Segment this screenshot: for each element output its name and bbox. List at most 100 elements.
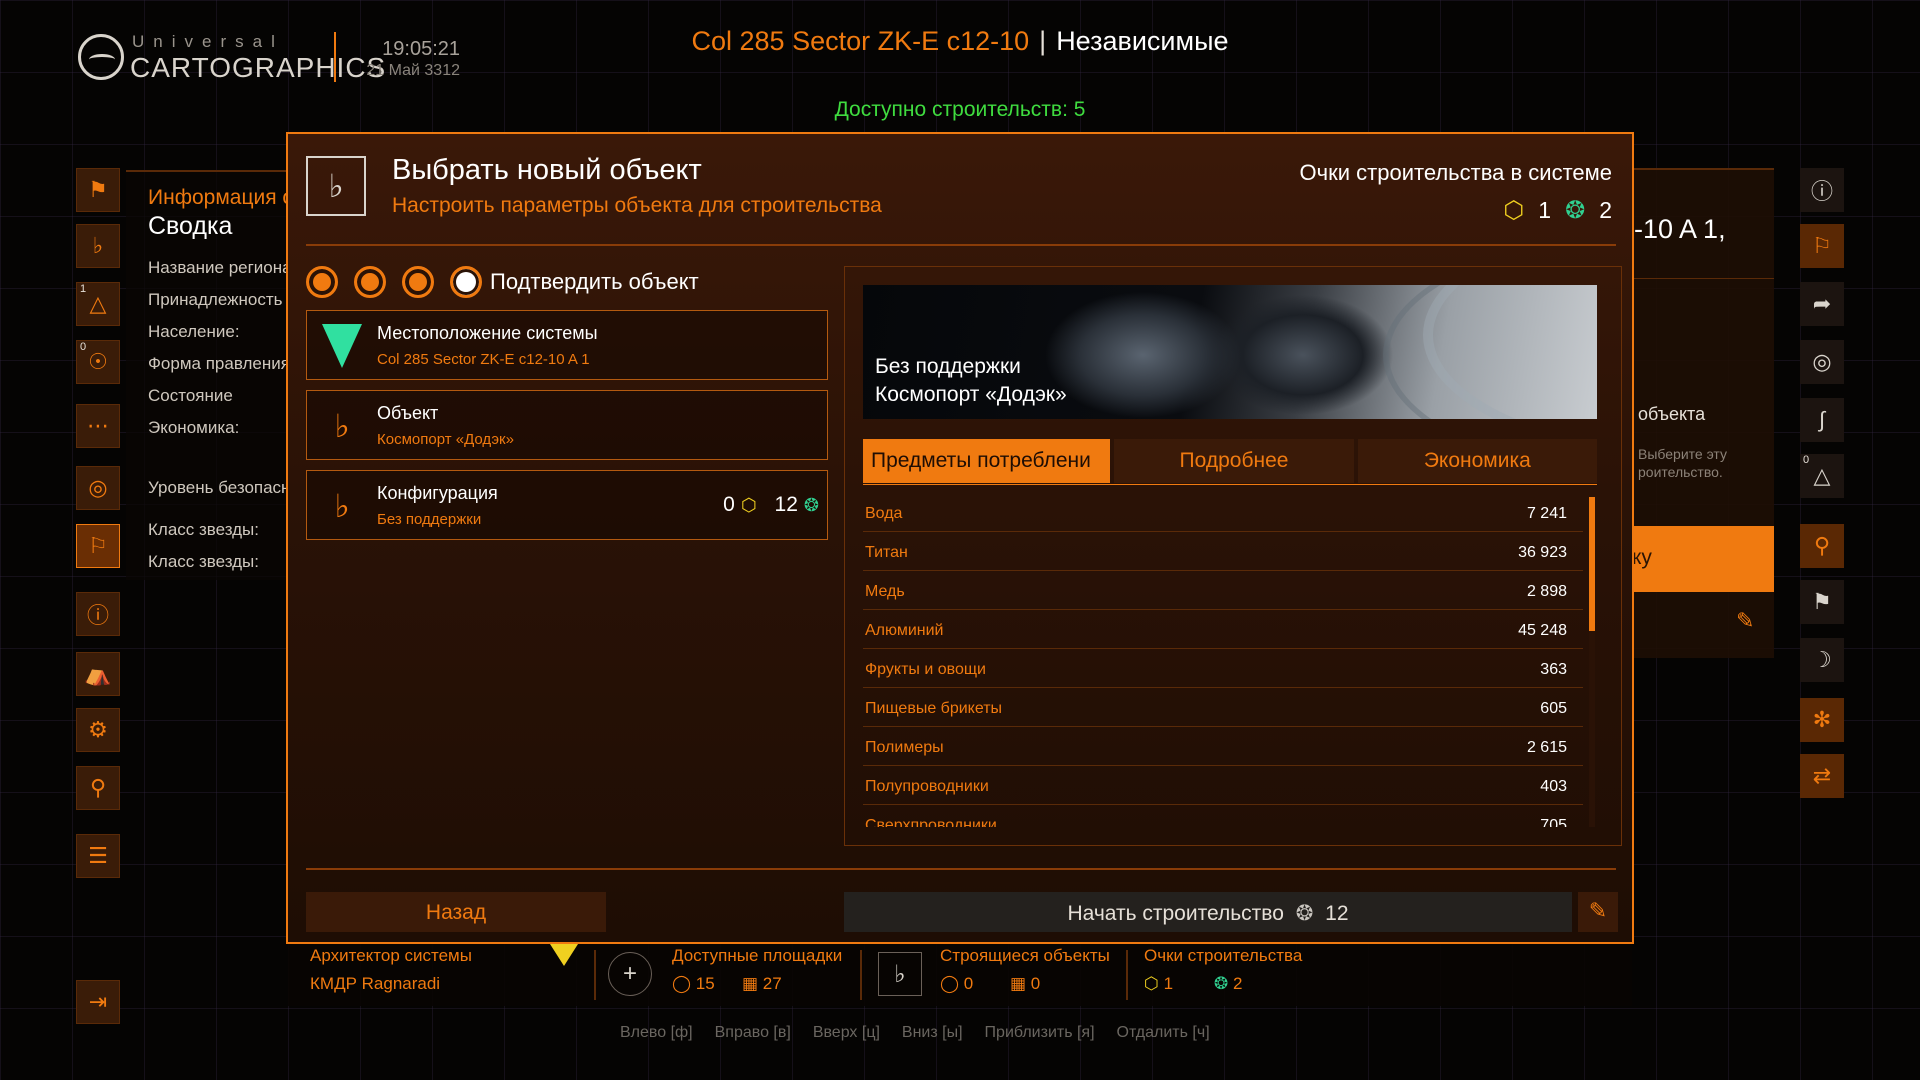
bookmark-icon[interactable]: ⚑: [76, 168, 120, 212]
commodities-list[interactable]: Вода 7 241 Титан 36 923 Медь 2 898 Алюминий…: [863, 493, 1583, 827]
preview-config-label: Без поддержки: [875, 355, 1021, 378]
list-item: Пищевые брикеты 605: [863, 688, 1583, 727]
step-indicator[interactable]: [402, 266, 434, 298]
control-left: Влево [ф]: [620, 1024, 693, 1041]
card-subtitle: Без поддержки: [377, 511, 482, 528]
under-construction-label: Строящиеся объекты: [940, 946, 1110, 965]
tier2-point-icon: ❂: [1214, 974, 1229, 993]
info-icon[interactable]: ⓘ: [1800, 168, 1844, 212]
book-icon[interactable]: ✎: [1736, 608, 1768, 640]
list-scrollbar[interactable]: [1589, 497, 1595, 827]
commodity-amount: 363: [1540, 661, 1567, 678]
camera-controls-hint: Влево [ф] Вправо [в] Вверх [ц] Вниз [ы] …: [620, 1024, 1400, 1042]
commodity-amount: 7 241: [1526, 505, 1567, 522]
target-icon[interactable]: ◎: [1800, 340, 1844, 384]
card-subtitle: Космопорт «Додэк»: [377, 431, 514, 448]
clock: 19:05:21: [382, 38, 460, 60]
preview-tabs: Предметы потреблени Подробнее Экономика: [863, 439, 1597, 483]
build-points-label: Очки строительства: [1144, 946, 1303, 965]
divider: [306, 868, 1616, 870]
select-object-dialog: ♭ Выбрать новый объект Настроить парамет…: [286, 132, 1634, 944]
tier1-cost: 0: [723, 493, 735, 516]
system-points-label: Очки строительства в системе: [1299, 160, 1612, 185]
right-panel-object-label: объекта: [1638, 404, 1706, 424]
orbital-construction: ◯ 0: [940, 974, 974, 993]
divider: [1126, 950, 1128, 1000]
commodity-name: Вода: [865, 505, 903, 522]
tier1-point-icon: ⬡: [740, 494, 757, 515]
list-item: Медь 2 898: [863, 571, 1583, 610]
location-card[interactable]: Местоположение системы Col 285 Sector ZK…: [306, 310, 828, 380]
planet-map-icon[interactable]: ◎: [76, 466, 120, 510]
settings-gear-icon[interactable]: ⚙: [76, 708, 120, 752]
surface-icon[interactable]: 0 △: [1800, 454, 1844, 498]
location-pin-icon[interactable]: ⚲: [1800, 524, 1844, 568]
card-title: Конфигурация: [377, 483, 498, 503]
surface-icon[interactable]: 1 △: [76, 282, 120, 326]
build-points-tier2: ❂ 2: [1214, 974, 1242, 994]
tab-economy[interactable]: Экономика: [1357, 439, 1597, 483]
commodity-name: Пищевые брикеты: [865, 700, 1003, 717]
logo-top-text: Universal: [132, 32, 284, 51]
tier2-point-icon: ❂: [803, 494, 819, 515]
tab-commodities[interactable]: Предметы потреблени: [863, 439, 1111, 483]
colonization-flag-icon[interactable]: ⚐: [76, 524, 120, 568]
commodity-name: Алюминий: [865, 622, 944, 639]
right-panel-action-button[interactable]: ку: [1628, 526, 1774, 592]
route-icon[interactable]: ⋯: [76, 404, 120, 448]
start-construction-button[interactable]: Начать строительство ❂ 12: [844, 892, 1572, 932]
tier2-point-icon: ❂: [1565, 197, 1586, 224]
list-icon[interactable]: ☰: [76, 834, 120, 878]
control-up: Вверх [ц]: [812, 1024, 880, 1041]
surface-badge: 0: [1803, 454, 1810, 466]
surface-construction: ▦ 0: [1010, 974, 1041, 993]
exit-icon[interactable]: ⇥: [76, 980, 120, 1024]
info-icon[interactable]: ⓘ: [76, 592, 120, 636]
surface-sites-count: 27: [762, 974, 782, 993]
list-item: Алюминий 45 248: [863, 610, 1583, 649]
tier1-points-value: 1: [1538, 197, 1552, 223]
network-icon[interactable]: ✻: [1800, 698, 1844, 742]
scrollbar-thumb[interactable]: [1589, 497, 1595, 631]
crane-icon: ♭: [334, 488, 350, 524]
right-panel-hint: Выберите эту: [1638, 446, 1727, 462]
back-button[interactable]: Назад: [306, 892, 606, 932]
step-indicator-current[interactable]: [450, 266, 482, 298]
system-name: Col 285 Sector ZK-E c12-10: [691, 26, 1030, 56]
step-indicator[interactable]: [354, 266, 386, 298]
globe-icon[interactable]: 0 ☉: [76, 340, 120, 384]
info-row: Состояние: [148, 386, 233, 405]
control-zoom-in: Приблизить [я]: [984, 1024, 1095, 1041]
divider: [306, 244, 1616, 246]
colonization-flag-icon[interactable]: ⚐: [1800, 224, 1844, 268]
location-pin-icon[interactable]: ⚲: [76, 766, 120, 810]
configuration-card[interactable]: ♭ Конфигурация Без поддержки 0 ⬡ 12 ❂: [306, 470, 828, 540]
government-icon[interactable]: ⛺: [76, 652, 120, 696]
commodity-name: Фрукты и овощи: [865, 661, 986, 678]
step-indicator[interactable]: [306, 266, 338, 298]
control-down: Вниз [ы]: [901, 1024, 963, 1041]
tab-details[interactable]: Подробнее: [1114, 439, 1354, 483]
system-faction: Независимые: [1056, 26, 1229, 56]
crane-icon[interactable]: ♭: [76, 224, 120, 268]
info-row: Класс звезды:: [148, 520, 259, 539]
station-preview-image: Без поддержки Космопорт «Додэк»: [863, 285, 1597, 419]
right-detail-panel: -10 A 1, объекта Выберите эту роительств…: [1628, 168, 1774, 658]
start-construction-cost: 12: [1325, 902, 1349, 925]
add-site-icon[interactable]: +: [608, 952, 652, 996]
book-icon[interactable]: ✎: [1578, 892, 1618, 932]
ship-icon[interactable]: ➦: [1800, 282, 1844, 326]
right-panel-hint: роительство.: [1638, 464, 1723, 480]
commodity-amount: 45 248: [1518, 622, 1567, 639]
game-date: 21 Май 3312: [366, 62, 460, 79]
moon-icon[interactable]: ☽: [1800, 638, 1844, 682]
info-row: Принадлежность: [148, 290, 283, 309]
surface-sites: ▦ 27: [742, 974, 782, 993]
swap-icon[interactable]: ⇄: [1800, 754, 1844, 798]
tier2-point-icon: ❂: [1295, 902, 1314, 925]
bookmark-icon[interactable]: ⚑: [1800, 580, 1844, 624]
build-points-tier2-value: 2: [1232, 974, 1243, 993]
object-card[interactable]: ♭ Объект Космопорт «Додэк»: [306, 390, 828, 460]
crane-icon[interactable]: ♭: [878, 952, 922, 996]
dna-icon[interactable]: ∫: [1800, 398, 1844, 442]
